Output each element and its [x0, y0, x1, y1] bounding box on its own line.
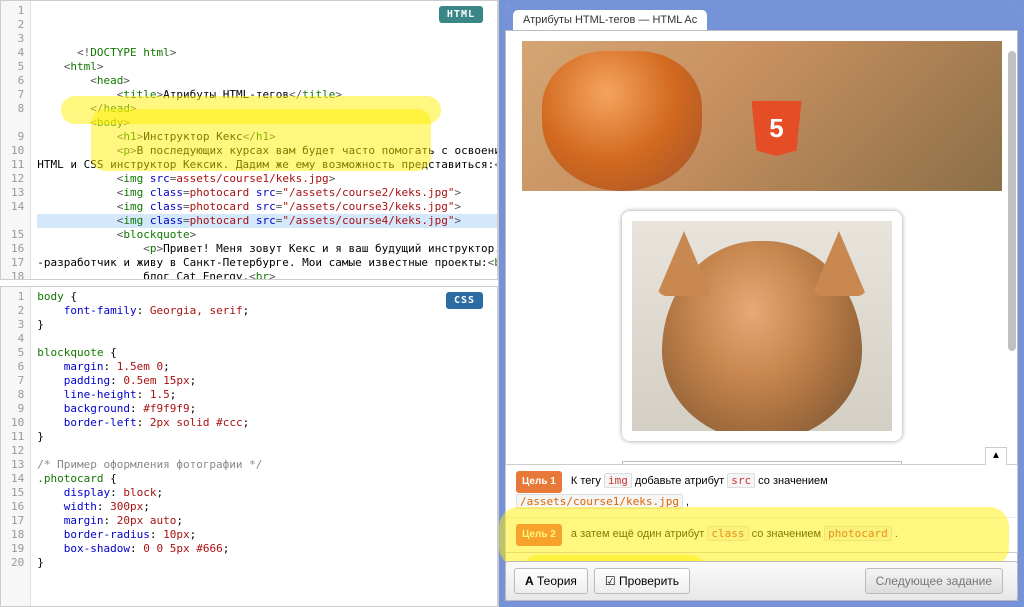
- html5-logo-icon: 5: [752, 101, 802, 156]
- next-task-button[interactable]: Следующее задание: [865, 568, 1003, 594]
- preview-image-2: [622, 211, 902, 441]
- browser-tabbar: Атрибуты HTML-тегов — HTML Ac: [505, 6, 1018, 30]
- goals-panel: ▲ Цель 1 К тегу img добавьте атрибут src…: [505, 464, 1018, 553]
- css-gutter: 1234567891011121314151617181920: [1, 287, 31, 606]
- goal-1: Цель 1 К тегу img добавьте атрибут src с…: [506, 465, 1017, 518]
- html-gutter: 12345678 91011121314 15161718192021: [1, 1, 31, 279]
- html-lines[interactable]: <!DOCTYPE html> <html> <head> <title>Атр…: [31, 1, 497, 279]
- check-button[interactable]: ☑ Проверить: [594, 568, 690, 594]
- goal-1-label: Цель 1: [516, 471, 562, 493]
- browser-tab[interactable]: Атрибуты HTML-тегов — HTML Ac: [513, 10, 707, 30]
- css-lines[interactable]: body { font-family: Georgia, serif;}bloc…: [31, 287, 497, 606]
- scrollbar-thumb[interactable]: [1008, 51, 1016, 351]
- goal-2: Цель 2 а затем ещё один атрибут class со…: [506, 518, 1017, 552]
- collapse-goals-icon[interactable]: ▲: [985, 447, 1007, 465]
- css-editor[interactable]: CSS 1234567891011121314151617181920 body…: [0, 286, 498, 607]
- theory-button[interactable]: A Теория: [514, 568, 588, 594]
- check-icon: ☑: [605, 574, 616, 588]
- theory-icon: A: [525, 574, 534, 588]
- html-editor[interactable]: HTML 12345678 91011121314 15161718192021…: [0, 0, 498, 280]
- goal-2-label: Цель 2: [516, 524, 562, 546]
- bottom-toolbar: A Теория ☑ Проверить Следующее задание: [505, 561, 1018, 601]
- preview-image-1: 5: [522, 41, 1002, 191]
